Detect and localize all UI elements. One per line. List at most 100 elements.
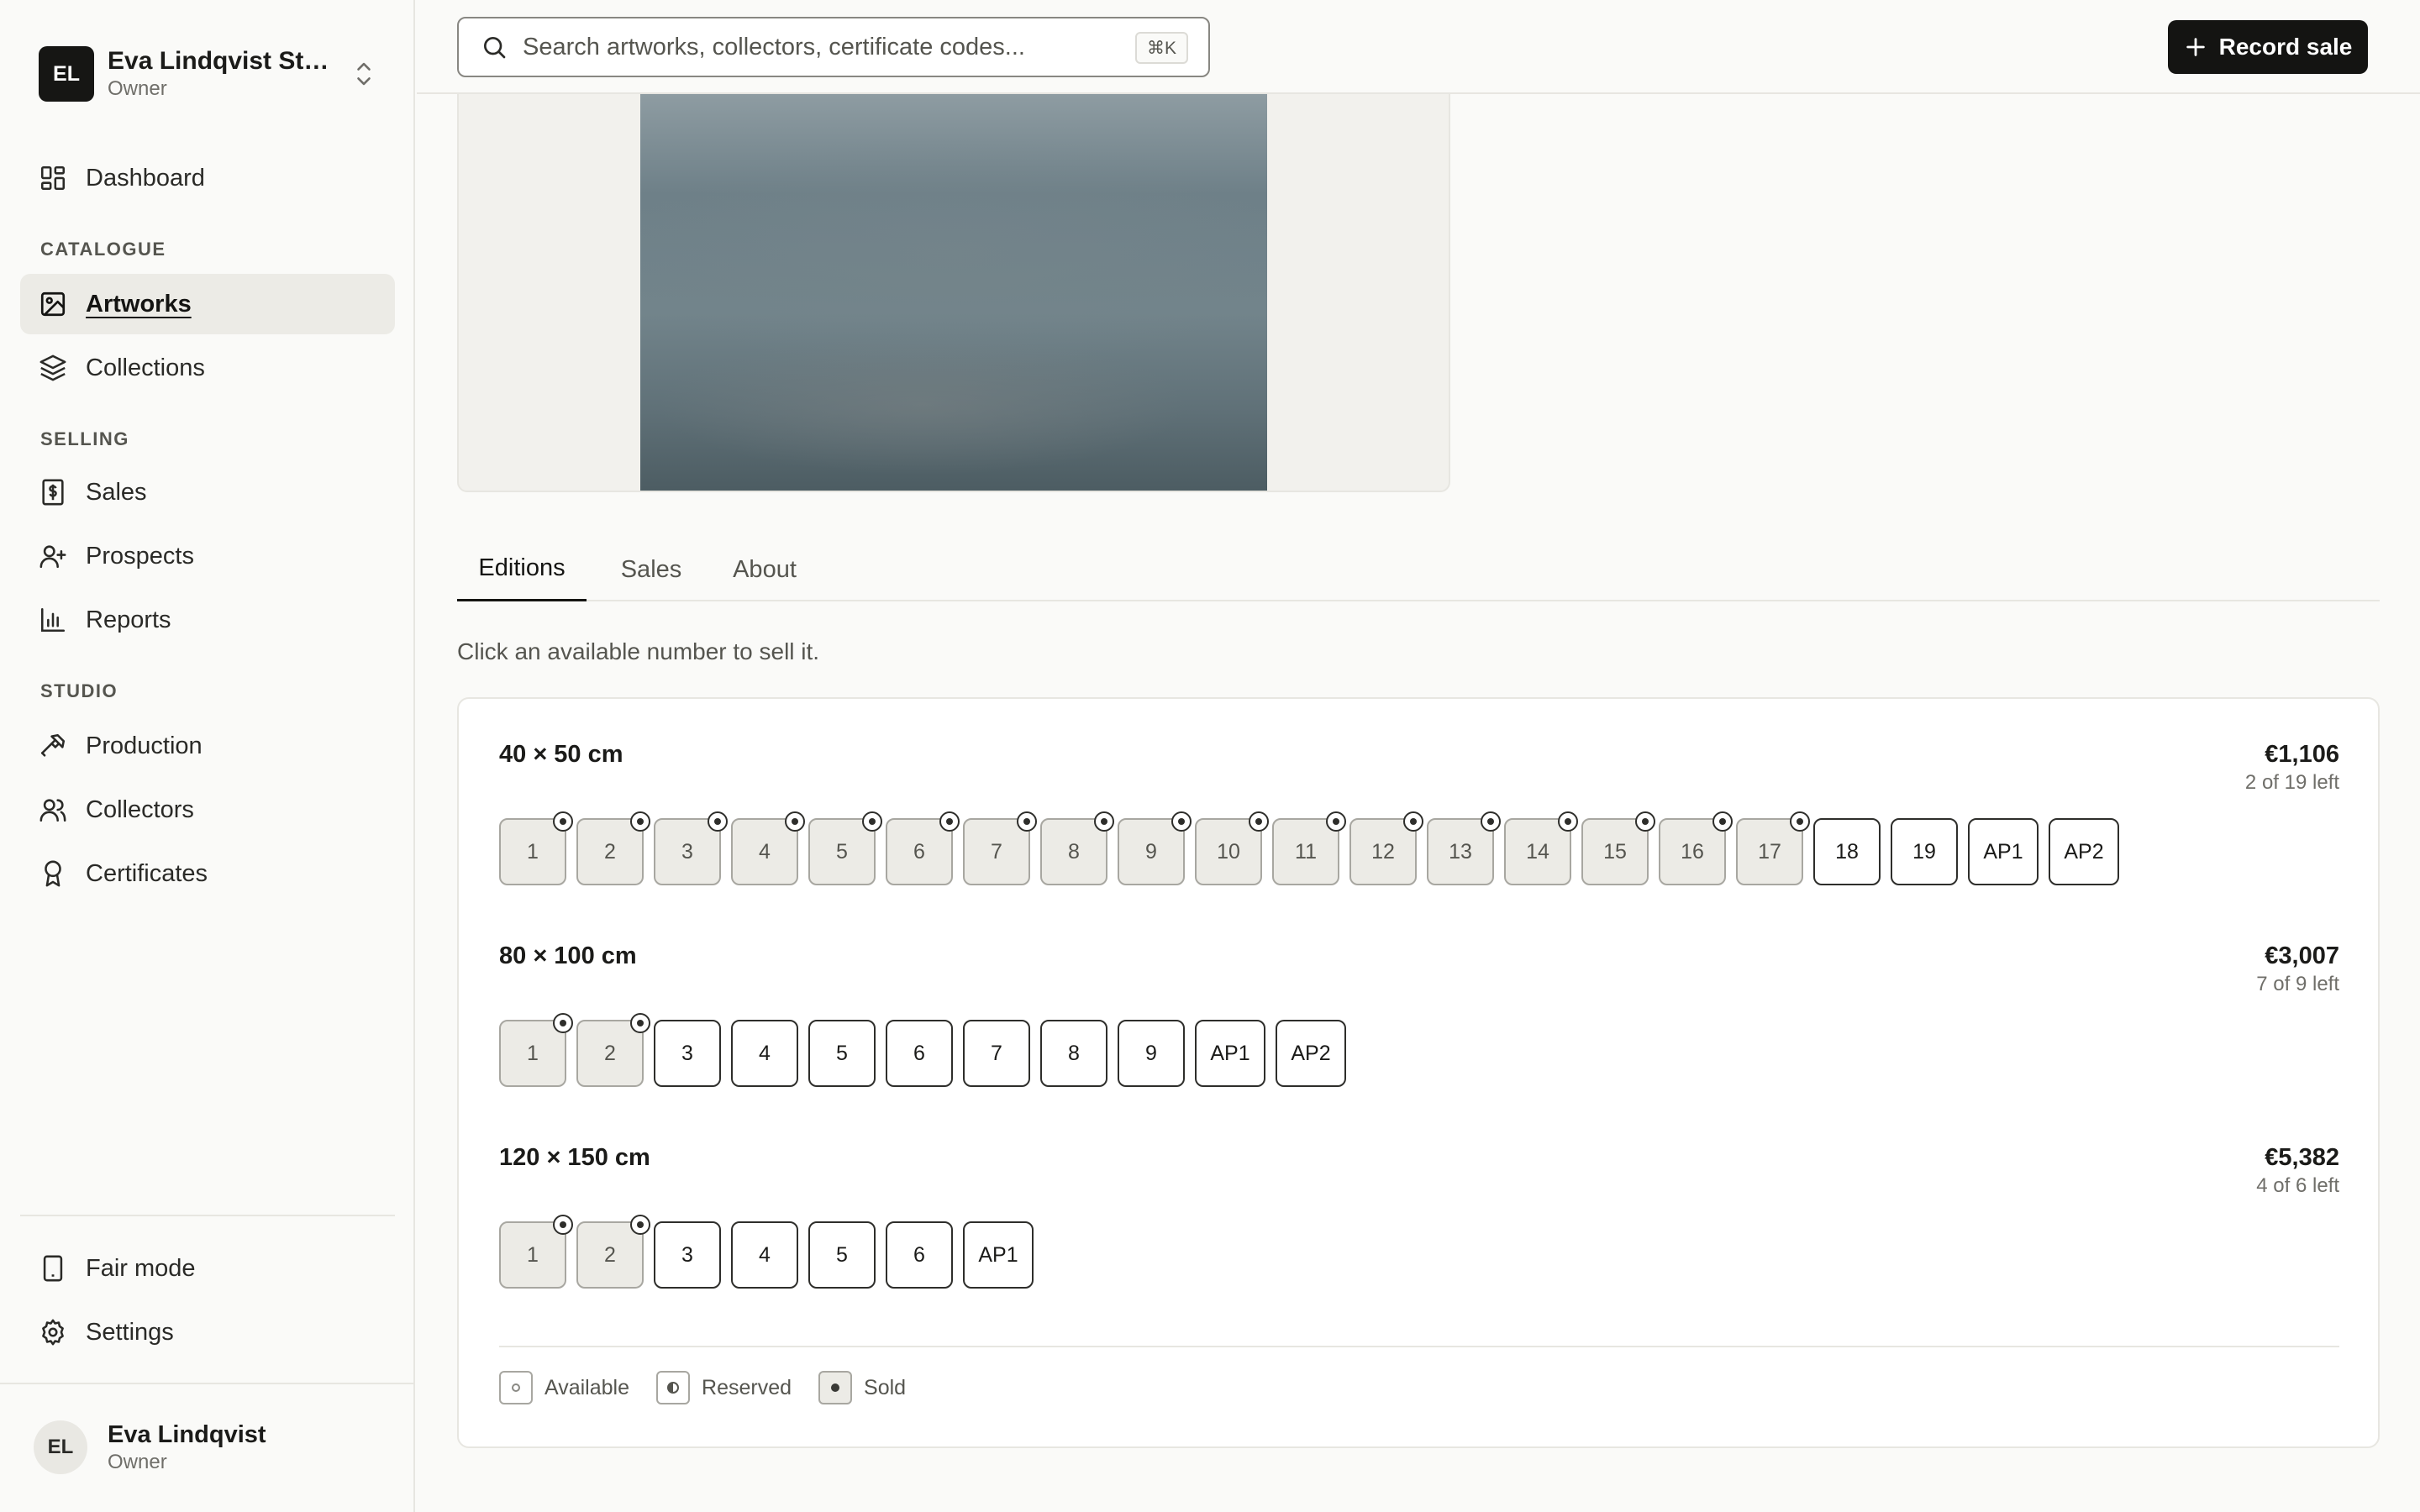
workspace-avatar: EL [39, 46, 94, 102]
legend-available: Available [499, 1371, 629, 1404]
sidebar-item-prospects[interactable]: Prospects [20, 526, 395, 586]
sold-marker-icon [553, 1215, 573, 1235]
size-remaining: 4 of 6 left [2256, 1174, 2339, 1197]
sidebar-item-artworks[interactable]: Artworks [20, 274, 395, 334]
tab-editions[interactable]: Editions [457, 538, 587, 601]
edition-number-sold[interactable]: 15 [1581, 811, 1655, 885]
record-sale-label: Record sale [2218, 34, 2353, 60]
edition-number-available[interactable]: AP1 [1968, 818, 2039, 885]
user-name: Eva Lindqvist [108, 1421, 266, 1448]
edition-number-sold[interactable]: 7 [963, 811, 1037, 885]
edition-number-sold[interactable]: 6 [886, 811, 960, 885]
sidebar-item-collections[interactable]: Collections [20, 338, 395, 398]
edition-number-available[interactable]: 5 [808, 1221, 876, 1289]
workspace-name: Eva Lindqvist Stu... [108, 47, 334, 75]
edition-number-sold[interactable]: 2 [576, 811, 650, 885]
user-menu[interactable]: EL Eva Lindqvist Owner [34, 1420, 266, 1475]
sold-marker-icon [1249, 811, 1269, 832]
edition-number-available[interactable]: 9 [1118, 1020, 1185, 1087]
edition-number-available[interactable]: 4 [731, 1221, 798, 1289]
legend-label: Sold [864, 1375, 907, 1399]
edition-number-sold[interactable]: 5 [808, 811, 882, 885]
available-swatch-icon [499, 1371, 533, 1404]
edition-number-sold[interactable]: 14 [1504, 811, 1578, 885]
edition-number-sold[interactable]: 2 [576, 1013, 650, 1087]
tab-sales[interactable]: Sales [607, 538, 696, 601]
sold-marker-icon [708, 811, 728, 832]
edition-number-available[interactable]: AP1 [963, 1221, 1034, 1289]
sidebar-item-settings[interactable]: Settings [20, 1302, 395, 1362]
sidebar-item-label: Collectors [86, 795, 194, 823]
edition-number-sold[interactable]: 3 [654, 811, 728, 885]
image-icon [40, 291, 66, 317]
edition-number-available[interactable]: AP1 [1195, 1020, 1265, 1087]
user-role: Owner [108, 1451, 167, 1473]
edition-number-available[interactable]: AP2 [2049, 818, 2119, 885]
edition-number-sold[interactable]: 17 [1736, 811, 1810, 885]
sold-marker-icon [630, 811, 650, 832]
sidebar-item-production[interactable]: Production [20, 716, 395, 776]
edition-number-sold[interactable]: 9 [1118, 811, 1192, 885]
edition-number-sold[interactable]: 10 [1195, 811, 1269, 885]
sold-marker-icon [862, 811, 882, 832]
sidebar-item-fair-mode[interactable]: Fair mode [20, 1238, 395, 1299]
sold-marker-icon [939, 811, 960, 832]
plus-icon [2186, 38, 2205, 56]
sold-marker-icon [1017, 811, 1037, 832]
edition-number-sold[interactable]: 2 [576, 1215, 650, 1289]
edition-number-available[interactable]: 4 [731, 1020, 798, 1087]
workspace-switcher[interactable]: EL Eva Lindqvist Stu... Owner [39, 46, 392, 102]
users-icon [39, 799, 66, 822]
editions-card: 40 × 50 cm €1,106 2 of 19 left 123456789… [457, 697, 2380, 1448]
sidebar-item-sales[interactable]: Sales [20, 462, 395, 522]
sidebar-item-reports[interactable]: Reports [20, 590, 395, 650]
bar-chart-icon [40, 607, 66, 633]
edition-number-available[interactable]: 19 [1891, 818, 1958, 885]
tablet-icon [43, 1255, 63, 1282]
search-box[interactable]: ⌘K [457, 17, 1210, 77]
receipt-icon [42, 479, 64, 506]
edition-number-sold[interactable]: 13 [1427, 811, 1501, 885]
edition-number-sold[interactable]: 12 [1349, 811, 1423, 885]
sidebar-item-label: Fair mode [86, 1254, 196, 1282]
edition-number-available[interactable]: 18 [1813, 818, 1881, 885]
edition-number-sold[interactable]: 4 [731, 811, 805, 885]
user-plus-icon [39, 545, 66, 569]
edition-number-available[interactable]: 7 [963, 1020, 1030, 1087]
sidebar-item-dashboard[interactable]: Dashboard [20, 148, 395, 208]
edition-numbers: 1 2 3 4 5 6 7 8 9 10 11 12 13 14 15 16 17 18 19 AP1 AP2 [499, 811, 2129, 885]
award-icon [45, 860, 61, 887]
artwork-image [640, 94, 1267, 491]
sidebar-item-certificates[interactable]: Certificates [20, 843, 395, 904]
sidebar-item-label: Reports [86, 606, 171, 633]
record-sale-button[interactable]: Record sale [2168, 20, 2368, 74]
search-input[interactable] [523, 33, 1128, 61]
search-icon [484, 37, 506, 59]
edition-number-sold[interactable]: 1 [499, 1215, 573, 1289]
tab-about[interactable]: About [718, 538, 812, 601]
edition-number-sold[interactable]: 1 [499, 1013, 573, 1087]
edition-number-available[interactable]: 3 [654, 1020, 721, 1087]
sidebar-item-collectors[interactable]: Collectors [20, 780, 395, 840]
sidebar-divider [0, 1383, 415, 1384]
sidebar-item-label: Sales [86, 478, 147, 506]
edition-number-available[interactable]: 6 [886, 1221, 953, 1289]
sold-marker-icon [1558, 811, 1578, 832]
edition-number-sold[interactable]: 16 [1659, 811, 1733, 885]
legend-label: Reserved [702, 1375, 792, 1399]
top-bar: ⌘K Record sale [417, 0, 2420, 94]
edition-number-available[interactable]: 8 [1040, 1020, 1107, 1087]
edition-number-available[interactable]: 3 [654, 1221, 721, 1289]
edition-number-available[interactable]: 6 [886, 1020, 953, 1087]
sold-marker-icon [1403, 811, 1423, 832]
edition-number-sold[interactable]: 8 [1040, 811, 1114, 885]
sidebar-item-label: Certificates [86, 859, 208, 887]
edition-numbers: 1 2 3 4 5 6 AP1 [499, 1215, 1044, 1289]
edition-number-available[interactable]: 5 [808, 1020, 876, 1087]
edition-number-sold[interactable]: 11 [1272, 811, 1346, 885]
edition-number-available[interactable]: AP2 [1276, 1020, 1346, 1087]
card-divider [499, 1346, 2339, 1347]
edition-number-sold[interactable]: 1 [499, 811, 573, 885]
sidebar: EL Eva Lindqvist Stu... Owner Dashboard … [0, 0, 415, 1512]
hammer-icon [40, 733, 66, 757]
